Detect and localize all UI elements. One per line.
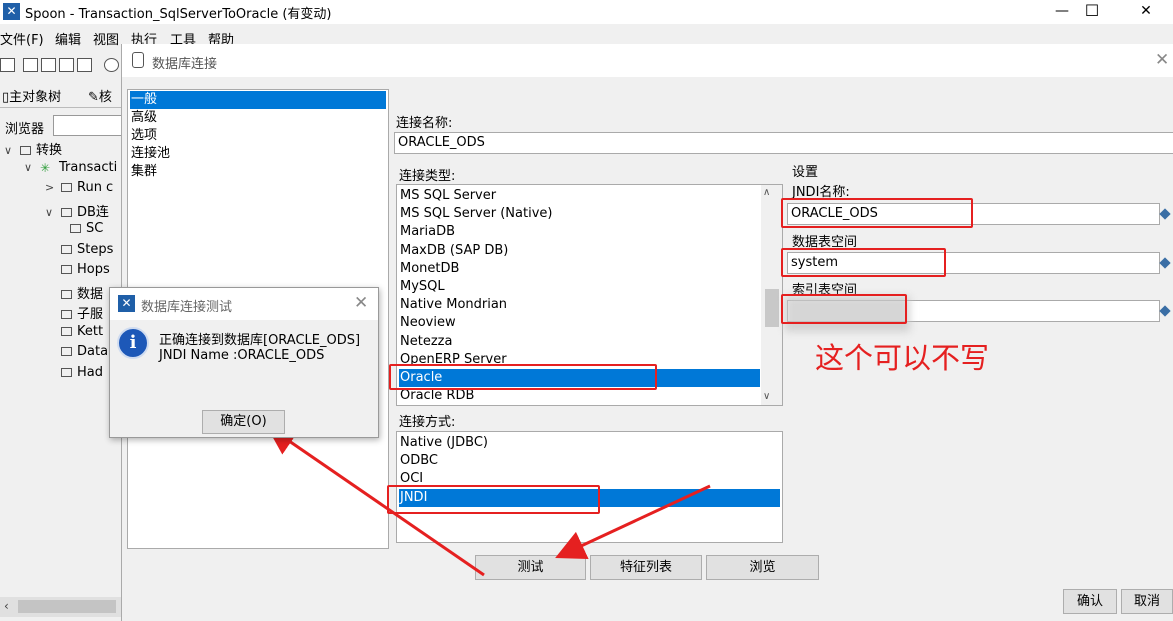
test-dialog-title: 数据库连接测试 <box>141 300 233 315</box>
arrow-test-to-ok <box>266 425 485 577</box>
spoon-app-icon: ✕ <box>118 295 135 312</box>
connection-test-dialog: ✕ 数据库连接测试 ✕ i 正确连接到数据库[ORACLE_ODS] JNDI … <box>109 287 379 438</box>
test-message-line1: 正确连接到数据库[ORACLE_ODS] <box>159 333 361 348</box>
test-dialog-close-icon[interactable]: ✕ <box>354 293 368 313</box>
test-message-line2: JNDI Name :ORACLE_ODS <box>159 348 325 363</box>
info-icon: i <box>117 327 149 359</box>
arrow-jndi-to-test <box>555 484 711 560</box>
test-dialog-titlebar: ✕ 数据库连接测试 ✕ <box>110 288 378 320</box>
test-ok-button[interactable]: 确定(O) <box>202 410 285 434</box>
